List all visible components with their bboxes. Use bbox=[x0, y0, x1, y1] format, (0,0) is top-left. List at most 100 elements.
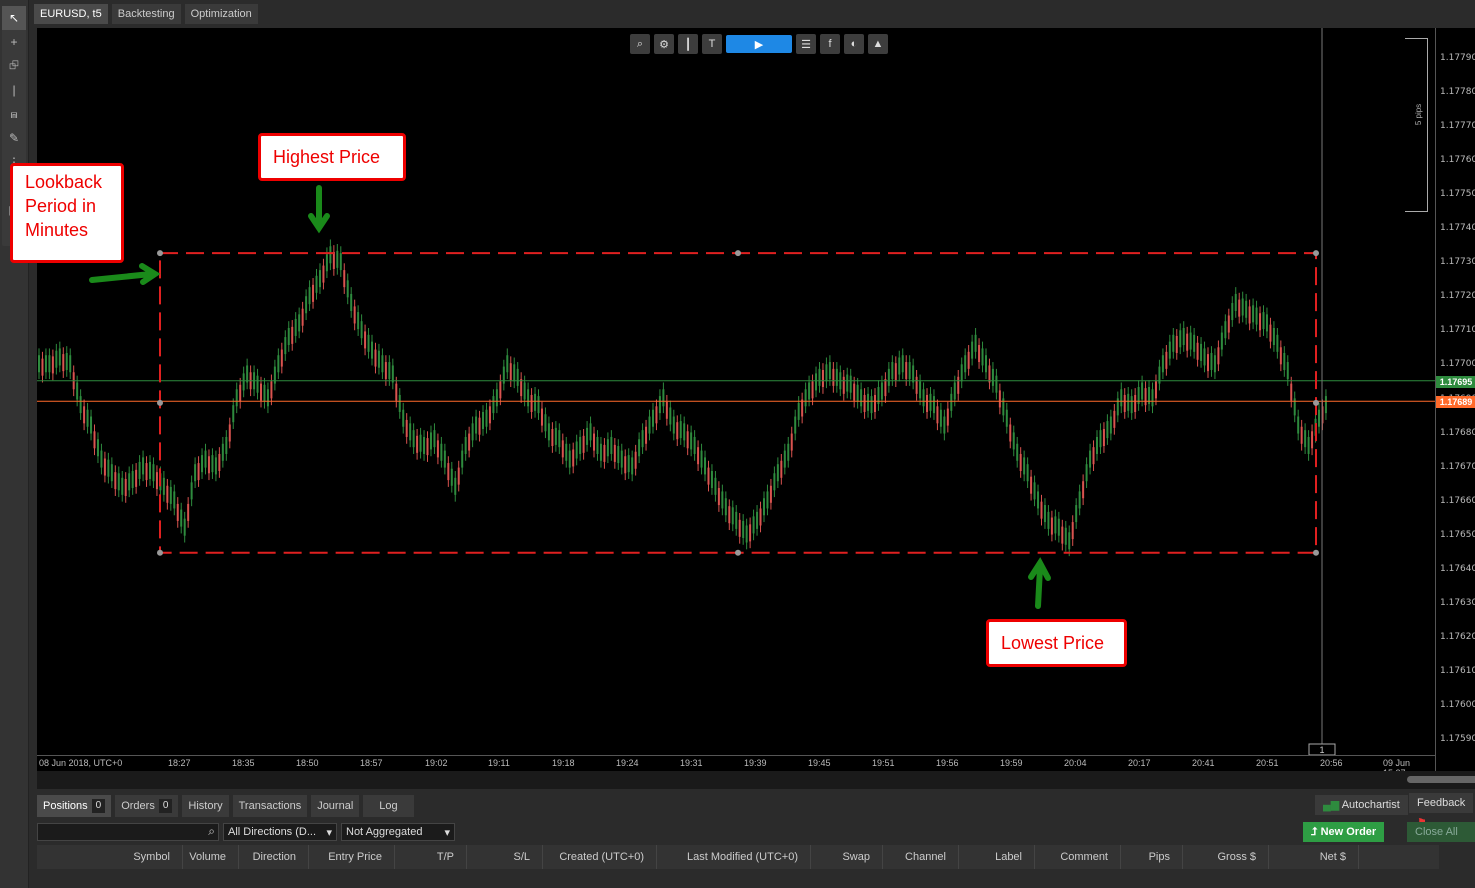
pencil-icon[interactable]: ✎ bbox=[2, 126, 26, 150]
candle-body bbox=[1040, 501, 1043, 519]
column-header[interactable]: Channel bbox=[883, 845, 959, 869]
candle-body bbox=[1220, 332, 1223, 350]
candle-body bbox=[631, 457, 634, 475]
candle-body bbox=[1286, 362, 1289, 380]
chart-canvas[interactable]: 1 bbox=[37, 28, 1435, 755]
candle-body bbox=[76, 382, 79, 400]
candle-body bbox=[662, 389, 665, 407]
timeframe-icon[interactable]: T bbox=[702, 34, 722, 54]
price-axis[interactable]: 1.17790 1.17780 1.17770 1.17760 1.17750 1.177… bbox=[1435, 28, 1475, 771]
candlestick-icon[interactable]: ┃ bbox=[678, 34, 698, 54]
candle-body bbox=[610, 436, 613, 454]
tab-positions[interactable]: Positions 0 bbox=[37, 795, 112, 817]
candle-body bbox=[752, 516, 755, 534]
column-header[interactable]: Pips bbox=[1121, 845, 1183, 869]
candle-body bbox=[447, 463, 450, 481]
column-header[interactable]: S/L bbox=[467, 845, 543, 869]
tab-backtesting[interactable]: Backtesting bbox=[111, 4, 181, 24]
column-header[interactable]: Gross $ bbox=[1183, 845, 1269, 869]
play-button[interactable]: ▶ bbox=[726, 35, 792, 53]
candle-body bbox=[131, 471, 134, 489]
column-header[interactable]: Last Modified (UTC+0) bbox=[657, 845, 811, 869]
candle-body bbox=[832, 368, 835, 386]
candle-body bbox=[1043, 505, 1046, 523]
column-header[interactable]: Net $ bbox=[1269, 845, 1359, 869]
candle-body bbox=[613, 444, 616, 462]
box-handle bbox=[1313, 549, 1319, 556]
candle-body bbox=[575, 441, 578, 459]
candle-body bbox=[360, 321, 363, 339]
candle-body bbox=[527, 389, 530, 407]
fibonacci-icon[interactable]: ⩎ bbox=[2, 102, 26, 126]
time-axis[interactable]: 08 Jun 2018, UTC+0 18:27 18:35 18:50 18:57 19… bbox=[37, 755, 1435, 778]
tab-orders[interactable]: Orders 0 bbox=[115, 795, 179, 817]
candle-body bbox=[284, 337, 287, 355]
pointer-icon[interactable]: ↖ bbox=[2, 6, 26, 30]
chart-settings-icon[interactable]: ⚙ bbox=[654, 34, 674, 54]
tab-log[interactable]: Log bbox=[363, 795, 414, 817]
candle-body bbox=[38, 355, 40, 373]
list-icon[interactable]: ☰ bbox=[796, 34, 816, 54]
column-header[interactable]: Symbol bbox=[37, 845, 183, 869]
candle-body bbox=[1068, 532, 1071, 550]
feedback-button[interactable]: Feedback ⚑ bbox=[1409, 793, 1473, 829]
candle-body bbox=[190, 482, 193, 500]
column-header[interactable]: T/P bbox=[395, 845, 467, 869]
horizontal-scrollbar[interactable] bbox=[37, 771, 1475, 789]
facebook-icon[interactable]: f bbox=[820, 34, 840, 54]
column-header[interactable]: Created (UTC+0) bbox=[543, 845, 657, 869]
candle-body bbox=[260, 383, 263, 401]
close-all-button[interactable]: Close All bbox=[1407, 822, 1475, 842]
candle-body bbox=[863, 394, 866, 412]
candle-body bbox=[1304, 430, 1307, 448]
candle-body bbox=[1109, 416, 1112, 434]
contrast-icon[interactable]: ◐ bbox=[844, 34, 864, 54]
candle-body bbox=[846, 374, 849, 392]
candle-body bbox=[513, 364, 516, 382]
column-header[interactable]: Entry Price bbox=[309, 845, 395, 869]
candle-body bbox=[745, 525, 748, 543]
candle-body bbox=[1026, 464, 1029, 482]
vertical-line-icon[interactable]: | bbox=[2, 78, 26, 102]
column-header[interactable]: Comment bbox=[1035, 845, 1121, 869]
column-header[interactable]: Label bbox=[959, 845, 1035, 869]
scrollbar-thumb[interactable] bbox=[1407, 776, 1475, 783]
price-chart[interactable]: 1 bbox=[37, 28, 1435, 755]
candle-body bbox=[898, 357, 901, 375]
column-header[interactable]: Volume bbox=[183, 845, 239, 869]
candle-body bbox=[1134, 394, 1137, 412]
candle-body bbox=[194, 464, 197, 482]
candle-body bbox=[450, 468, 453, 486]
search-icon: ⌕ bbox=[208, 824, 215, 838]
zoom-area-icon[interactable]: ⮺ bbox=[2, 54, 26, 78]
candle-body bbox=[787, 443, 790, 461]
new-order-button[interactable]: ⮥ New Order bbox=[1303, 822, 1385, 842]
autochartist-button[interactable]: ▄▆ Autochartist bbox=[1315, 795, 1408, 815]
candle-body bbox=[1175, 335, 1178, 353]
tab-optimization[interactable]: Optimization bbox=[184, 4, 258, 24]
candle-body bbox=[676, 422, 679, 440]
tab-chart[interactable]: EURUSD, t5 bbox=[34, 4, 108, 24]
tab-history[interactable]: History bbox=[182, 795, 229, 817]
sun-icon[interactable]: ▲ bbox=[868, 34, 888, 54]
aggregation-select[interactable]: Not Aggregated ▾ bbox=[341, 823, 455, 841]
candle-body bbox=[287, 327, 290, 346]
candle-body bbox=[239, 384, 242, 402]
crosshair-icon[interactable]: + bbox=[2, 30, 26, 54]
column-header[interactable]: Swap bbox=[811, 845, 883, 869]
candle-body bbox=[468, 433, 471, 451]
direction-select[interactable]: All Directions (D... ▾ bbox=[223, 823, 337, 841]
search-input[interactable] bbox=[37, 823, 219, 841]
candle-body bbox=[655, 406, 658, 424]
time-tick-label: 18:50 bbox=[296, 758, 319, 768]
tab-journal[interactable]: Journal bbox=[311, 795, 360, 817]
time-tick-label: 20:04 bbox=[1064, 758, 1087, 768]
candle-body bbox=[887, 368, 890, 386]
tab-transactions[interactable]: Transactions bbox=[232, 795, 308, 817]
zoom-icon[interactable]: ⌕ bbox=[630, 34, 650, 54]
column-header[interactable]: Direction bbox=[239, 845, 309, 869]
price-tick-label: 1.17720 bbox=[1440, 291, 1475, 302]
candle-body bbox=[964, 355, 967, 373]
candle-body bbox=[593, 433, 596, 451]
candle-body bbox=[1252, 305, 1255, 323]
